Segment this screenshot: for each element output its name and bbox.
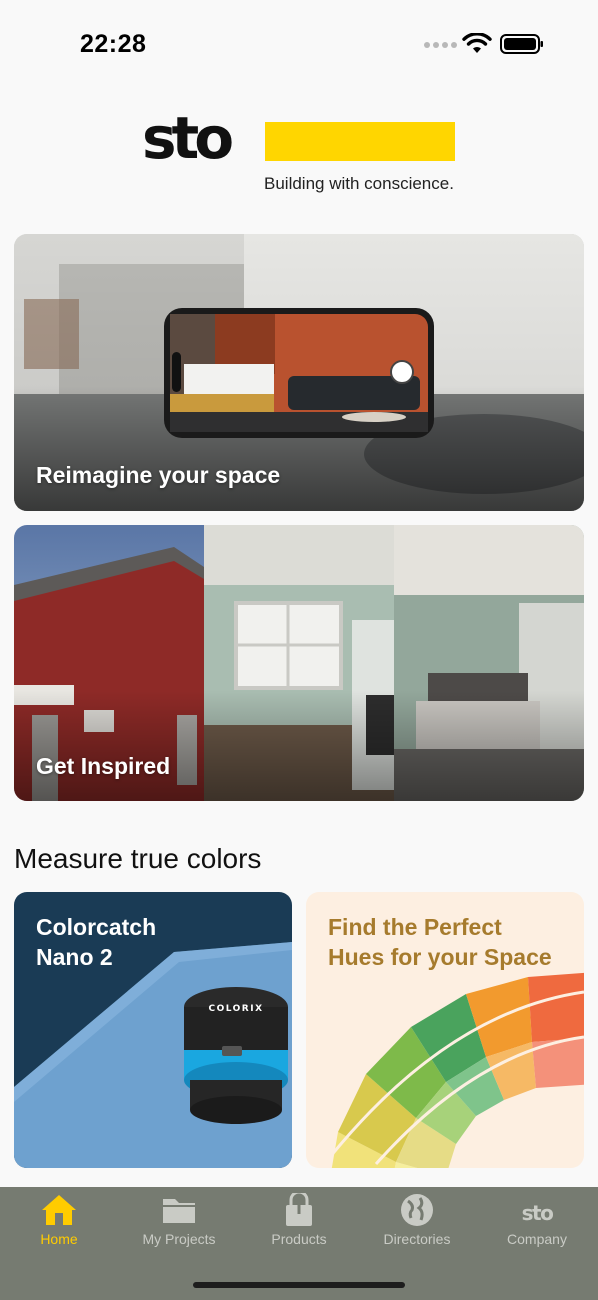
svg-text:sto: sto — [522, 1201, 553, 1225]
status-bar: 22:28 — [0, 0, 598, 90]
cellular-signal-icon — [424, 42, 457, 48]
wifi-icon — [462, 33, 492, 53]
perfect-hues-title-line1: Find the Perfect — [328, 914, 502, 940]
tab-products[interactable]: Products — [240, 1193, 358, 1257]
tab-my-projects-label: My Projects — [142, 1231, 216, 1247]
paint-bucket-icon — [286, 1193, 312, 1226]
perfect-hues-tile[interactable]: Find the Perfect Hues for your Space — [306, 892, 584, 1168]
get-inspired-title: Get Inspired — [36, 753, 171, 779]
reimagine-title: Reimagine your space — [36, 462, 281, 488]
sto-wordmark-icon: sto — [142, 110, 237, 168]
tab-directories-label: Directories — [383, 1231, 451, 1247]
tab-home[interactable]: Home — [0, 1193, 118, 1257]
colorcatch-nano-title-line1: Colorcatch — [36, 914, 157, 940]
get-inspired-card[interactable]: Get Inspired — [14, 525, 584, 801]
tab-company-label: Company — [507, 1231, 567, 1247]
colorix-device-label: COLORIX — [208, 1004, 263, 1014]
perfect-hues-title-line2: Hues for your Space — [328, 944, 552, 970]
tab-home-label: Home — [40, 1231, 78, 1247]
home-screen: 22:28 sto Building with conscience. Reim… — [0, 0, 598, 1300]
colorcatch-nano-tile[interactable]: COLORIX Colorcatch Nano 2 — [14, 892, 292, 1168]
home-indicator[interactable] — [193, 1282, 405, 1288]
colorcatch-nano-title: Colorcatch Nano 2 — [36, 912, 156, 972]
colorcatch-nano-title-line2: Nano 2 — [36, 944, 113, 970]
logo-tagline: Building with conscience. — [264, 174, 454, 193]
svg-text:sto: sto — [142, 110, 232, 168]
sto-logo-icon: sto — [522, 1201, 555, 1225]
tab-company[interactable]: sto Company — [478, 1193, 596, 1257]
perfect-hues-title: Find the Perfect Hues for your Space — [328, 912, 552, 972]
logo-yellow-bar — [265, 122, 455, 161]
sto-logo: sto Building with conscience. — [142, 110, 462, 200]
tab-products-label: Products — [271, 1231, 327, 1247]
globe-icon — [401, 1194, 433, 1226]
tab-my-projects[interactable]: My Projects — [120, 1193, 238, 1257]
battery-icon — [500, 34, 543, 54]
folder-icon — [163, 1199, 195, 1223]
tab-directories[interactable]: Directories — [358, 1193, 476, 1257]
reimagine-your-space-card[interactable]: Reimagine your space — [14, 234, 584, 511]
measure-section-title: Measure true colors — [14, 843, 262, 874]
status-time: 22:28 — [80, 30, 147, 58]
home-icon — [42, 1195, 76, 1225]
